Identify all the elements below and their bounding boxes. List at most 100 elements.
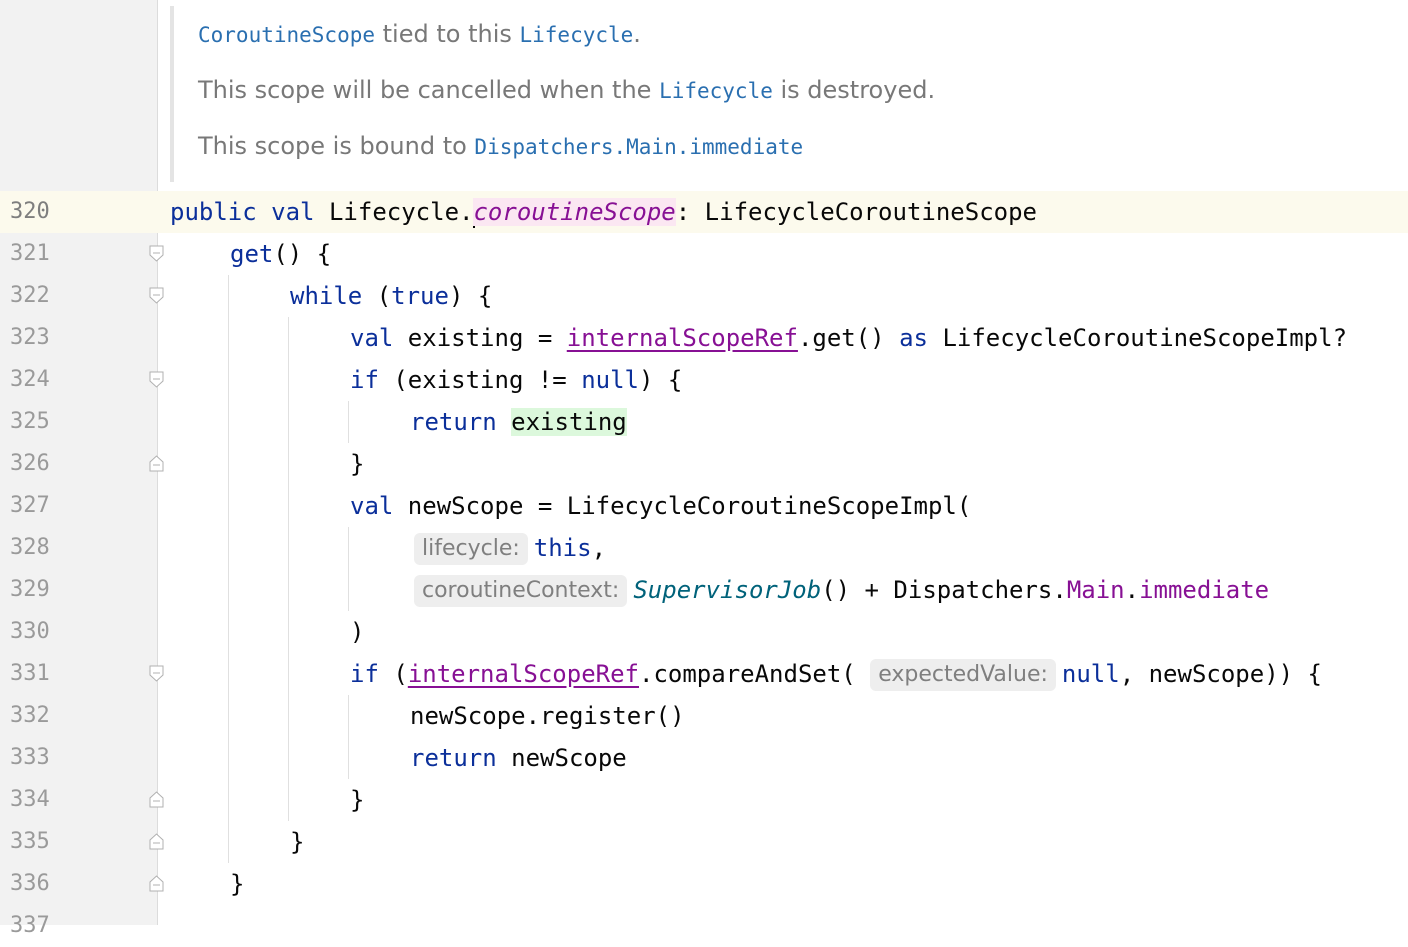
doc-code-ref[interactable]: CoroutineScope xyxy=(198,23,375,47)
property-reference[interactable]: Main xyxy=(1067,576,1125,604)
highlighted-usage[interactable]: existing xyxy=(511,408,627,436)
code-line-336[interactable]: 336 } xyxy=(0,863,1408,905)
line-number[interactable]: 325 xyxy=(10,401,50,443)
property-name[interactable]: coroutineScope xyxy=(473,198,676,226)
doc-line-3: This scope is bound to Dispatchers.Main.… xyxy=(198,129,803,163)
code-fragment: newScope = LifecycleCoroutineScopeImpl( xyxy=(393,492,972,520)
keyword: public xyxy=(170,198,257,226)
line-number[interactable]: 331 xyxy=(10,653,50,695)
fold-end-icon[interactable] xyxy=(149,875,164,892)
code-line-323[interactable]: 323 val existing = internalScopeRef.get(… xyxy=(0,317,1408,359)
code-text[interactable]: lifecycle: this, xyxy=(414,527,606,569)
parameter-hint: expectedValue: xyxy=(870,659,1056,691)
code-line-337[interactable]: 337 xyxy=(0,905,1408,947)
code-line-325[interactable]: 325 return existing xyxy=(0,401,1408,443)
parameter-hint: lifecycle: xyxy=(414,533,528,565)
line-number[interactable]: 320 xyxy=(10,191,50,233)
keyword: true xyxy=(391,282,449,310)
keyword: while xyxy=(290,282,363,310)
doc-code-ref[interactable]: Dispatchers.Main.immediate xyxy=(474,135,803,159)
code-fragment: (existing != xyxy=(378,366,582,394)
code-text[interactable]: val newScope = LifecycleCoroutineScopeIm… xyxy=(350,485,971,527)
keyword: val xyxy=(350,324,394,352)
fold-collapse-icon[interactable] xyxy=(149,287,164,304)
code-text[interactable]: if (internalScopeRef.compareAndSet( expe… xyxy=(350,653,1322,695)
code-line-321[interactable]: 321 get() { xyxy=(0,233,1408,275)
code-editor[interactable]: CoroutineScope tied to this Lifecycle. T… xyxy=(0,0,1408,938)
code-line-327[interactable]: 327 val newScope = LifecycleCoroutineSco… xyxy=(0,485,1408,527)
code-line-326[interactable]: 326 } xyxy=(0,443,1408,485)
fold-collapse-icon[interactable] xyxy=(149,371,164,388)
function-call[interactable]: SupervisorJob xyxy=(633,576,821,604)
line-number[interactable]: 334 xyxy=(10,779,50,821)
code-line-324[interactable]: 324 if (existing != null) { xyxy=(0,359,1408,401)
doc-code-ref[interactable]: Lifecycle xyxy=(659,79,773,103)
code-text[interactable]: if (existing != null) { xyxy=(350,359,682,401)
line-number[interactable]: 332 xyxy=(10,695,50,737)
code-line-330[interactable]: 330 ) xyxy=(0,611,1408,653)
code-text[interactable]: newScope.register() xyxy=(410,695,685,737)
code-fragment: ( xyxy=(378,660,408,688)
fold-collapse-icon[interactable] xyxy=(149,665,164,682)
code-line-332[interactable]: 332 newScope.register() xyxy=(0,695,1408,737)
doc-left-bar xyxy=(170,6,174,182)
keyword: as xyxy=(899,324,928,352)
line-number[interactable]: 324 xyxy=(10,359,50,401)
keyword: return xyxy=(410,744,497,772)
keyword: this xyxy=(533,534,592,562)
line-number[interactable]: 322 xyxy=(10,275,50,317)
line-number[interactable]: 328 xyxy=(10,527,50,569)
code-fragment xyxy=(497,408,511,436)
code-line-320[interactable]: 320 public val Lifecycle.coroutineScope:… xyxy=(0,191,1408,233)
code-text[interactable]: val existing = internalScopeRef.get() as… xyxy=(350,317,1347,359)
code-text[interactable]: while (true) { xyxy=(290,275,492,317)
code-text[interactable]: return existing xyxy=(410,401,627,443)
parameter-hint: coroutineContext: xyxy=(414,575,628,607)
code-line-333[interactable]: 333 return newScope xyxy=(0,737,1408,779)
line-number[interactable]: 337 xyxy=(10,905,50,947)
code-line-328[interactable]: 328 lifecycle: this, xyxy=(0,527,1408,569)
code-fragment: .compareAndSet( xyxy=(639,660,871,688)
doc-code-ref[interactable]: Lifecycle xyxy=(520,23,634,47)
code-line-331[interactable]: 331 if (internalScopeRef.compareAndSet( … xyxy=(0,653,1408,695)
code-text[interactable]: coroutineContext: SupervisorJob() + Dispa… xyxy=(414,569,1269,611)
keyword: val xyxy=(350,492,394,520)
doc-text: tied to this xyxy=(375,20,520,48)
property-reference[interactable]: immediate xyxy=(1139,576,1269,604)
line-number[interactable]: 330 xyxy=(10,611,50,653)
line-number[interactable]: 327 xyxy=(10,485,50,527)
line-number[interactable]: 329 xyxy=(10,569,50,611)
line-number[interactable]: 335 xyxy=(10,821,50,863)
code-text[interactable]: } xyxy=(350,443,364,485)
keyword: if xyxy=(350,366,379,394)
fold-end-icon[interactable] xyxy=(149,791,164,808)
code-line-334[interactable]: 334 } xyxy=(0,779,1408,821)
code-text[interactable]: public val Lifecycle.coroutineScope: Lif… xyxy=(170,191,1037,233)
code-line-335[interactable]: 335 } xyxy=(0,821,1408,863)
code-text[interactable]: } xyxy=(350,779,364,821)
line-number[interactable]: 326 xyxy=(10,443,50,485)
fold-end-icon[interactable] xyxy=(149,833,164,850)
doc-text: is destroyed. xyxy=(772,76,936,104)
line-number[interactable]: 336 xyxy=(10,863,50,905)
fold-end-icon[interactable] xyxy=(149,455,164,472)
property-reference[interactable]: internalScopeRef xyxy=(567,324,798,352)
line-number[interactable]: 323 xyxy=(10,317,50,359)
line-number[interactable]: 333 xyxy=(10,737,50,779)
code-text[interactable]: } xyxy=(230,863,244,905)
code-fragment: () + Dispatchers. xyxy=(821,576,1067,604)
keyword: if xyxy=(350,660,379,688)
code-fragment: LifecycleCoroutineScopeImpl? xyxy=(928,324,1348,352)
code-line-322[interactable]: 322 while (true) { xyxy=(0,275,1408,317)
doc-text: . xyxy=(633,20,641,48)
code-text[interactable]: ) xyxy=(350,611,364,653)
fold-collapse-icon[interactable] xyxy=(149,245,164,262)
code-line-329[interactable]: 329 coroutineContext: SupervisorJob() + D… xyxy=(0,569,1408,611)
line-number[interactable]: 321 xyxy=(10,233,50,275)
code-text[interactable]: get() { xyxy=(230,233,331,275)
property-reference[interactable]: internalScopeRef xyxy=(408,660,639,688)
code-text[interactable]: return newScope xyxy=(410,737,627,779)
code-fragment: , newScope)) { xyxy=(1119,660,1322,688)
keyword: null xyxy=(1061,660,1120,688)
code-text[interactable]: } xyxy=(290,821,304,863)
